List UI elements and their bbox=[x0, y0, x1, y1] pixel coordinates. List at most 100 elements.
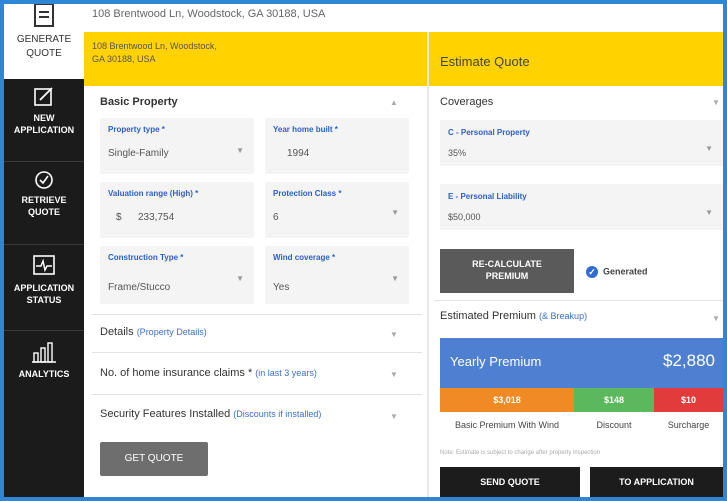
yearly-premium-amount: $2,880 bbox=[663, 351, 715, 370]
refresh-icon bbox=[35, 171, 53, 189]
chart-icon bbox=[32, 342, 56, 363]
sidebar-item-retrieve-quote[interactable]: RETRIEVE QUOTE bbox=[4, 168, 84, 238]
valuation-input[interactable]: Valuation range (High) * $ 233,754 bbox=[100, 182, 254, 238]
edit-icon bbox=[34, 87, 53, 106]
sidebar-item-label: STATUS bbox=[26, 295, 62, 305]
construction-type-select[interactable]: Construction Type * Frame/Stucco ▼ bbox=[100, 246, 254, 304]
button-label: RE-CALCULATE bbox=[472, 259, 542, 269]
year-built-input[interactable]: Year home built * 1994 bbox=[265, 118, 409, 174]
to-application-button[interactable]: TO APPLICATION bbox=[590, 467, 723, 497]
document-icon bbox=[34, 4, 54, 27]
address-line: 108 Brentwood Ln, Woodstock, bbox=[92, 41, 217, 51]
field-label: E - Personal Liability bbox=[448, 192, 527, 201]
details-section[interactable]: Details (Property Details) bbox=[100, 326, 207, 338]
field-label: Property type * bbox=[108, 125, 165, 134]
estimate-quote-title: Estimate Quote bbox=[440, 54, 530, 69]
currency-symbol: $ bbox=[116, 212, 122, 223]
divider bbox=[92, 314, 422, 315]
section-label: Estimated Premium bbox=[440, 310, 536, 322]
app-frame: GENERATE QUOTE NEW APPLICATION RETRIEVE … bbox=[4, 4, 723, 497]
field-label: Wind coverage * bbox=[273, 253, 336, 262]
check-icon: ✓ bbox=[586, 266, 598, 278]
personal-property-select[interactable]: C - Personal Property 35% ▼ bbox=[440, 120, 723, 166]
chevron-down-icon: ▼ bbox=[705, 208, 713, 217]
section-hint: (Property Details) bbox=[136, 327, 207, 337]
chevron-down-icon[interactable]: ▼ bbox=[390, 412, 398, 421]
personal-liability-select[interactable]: E - Personal Liability $50,000 ▼ bbox=[440, 184, 723, 230]
sidebar-item-new-application[interactable]: NEW APPLICATION bbox=[4, 86, 84, 156]
claims-section[interactable]: No. of home insurance claims * (in last … bbox=[100, 367, 317, 379]
sidebar-item-label: RETRIEVE bbox=[21, 195, 67, 205]
button-label: PREMIUM bbox=[485, 271, 529, 281]
sidebar-item-generate-quote[interactable]: GENERATE QUOTE bbox=[4, 4, 84, 79]
section-hint: (& Breakup) bbox=[539, 311, 588, 321]
field-label: C - Personal Property bbox=[448, 128, 530, 137]
yearly-premium-banner: Yearly Premium $2,880 bbox=[440, 338, 723, 388]
chevron-down-icon: ▼ bbox=[391, 274, 399, 283]
chevron-down-icon: ▼ bbox=[236, 274, 244, 283]
sidebar-divider bbox=[4, 161, 84, 162]
chevron-up-icon[interactable]: ▲ bbox=[390, 98, 398, 107]
section-hint: (Discounts if installed) bbox=[233, 409, 322, 419]
field-value: 6 bbox=[273, 212, 279, 223]
chevron-down-icon[interactable]: ▼ bbox=[390, 370, 398, 379]
address-text: 108 Brentwood Ln, Woodstock, GA 30188, U… bbox=[92, 8, 326, 20]
field-value: Frame/Stucco bbox=[108, 282, 171, 293]
property-address: 108 Brentwood Ln, Woodstock, GA 30188, U… bbox=[92, 40, 217, 66]
generated-status: ✓ Generated bbox=[586, 266, 648, 278]
send-quote-button[interactable]: SEND QUOTE bbox=[440, 467, 580, 497]
property-type-select[interactable]: Property type * Single-Family ▼ bbox=[100, 118, 254, 174]
field-value: 1994 bbox=[287, 148, 310, 159]
surcharge-value: $10 bbox=[654, 388, 723, 412]
discount-value: $148 bbox=[574, 388, 654, 412]
chevron-down-icon[interactable]: ▼ bbox=[712, 314, 720, 323]
field-label: Construction Type * bbox=[108, 253, 184, 262]
sidebar-item-label: QUOTE bbox=[26, 48, 62, 59]
section-label: Details bbox=[100, 326, 134, 338]
sidebar-item-application-status[interactable]: APPLICATION STATUS bbox=[4, 254, 84, 326]
get-quote-button[interactable]: GET QUOTE bbox=[100, 442, 208, 476]
sidebar-divider bbox=[4, 330, 84, 331]
surcharge-label: Surcharge bbox=[667, 420, 710, 430]
field-label: Protection Class * bbox=[273, 189, 342, 198]
field-label: Year home built * bbox=[273, 125, 338, 134]
sidebar-item-label: APPLICATION bbox=[13, 283, 75, 293]
divider bbox=[92, 352, 422, 353]
section-hint: (in last 3 years) bbox=[255, 368, 317, 378]
sidebar-item-label: NEW bbox=[33, 113, 55, 123]
sidebar-item-label: ANALYTICS bbox=[18, 369, 70, 379]
status-label: Generated bbox=[603, 266, 648, 277]
divider bbox=[92, 394, 422, 395]
field-value: 233,754 bbox=[138, 212, 175, 223]
estimated-premium-section[interactable]: Estimated Premium (& Breakup) bbox=[440, 310, 587, 322]
sidebar-item-label: APPLICATION bbox=[13, 125, 75, 135]
basic-property-title: Basic Property bbox=[100, 96, 178, 108]
discount-label: Discount bbox=[596, 420, 632, 430]
yearly-premium-label: Yearly Premium bbox=[450, 354, 542, 369]
recalculate-premium-button[interactable]: RE-CALCULATE PREMIUM bbox=[440, 249, 574, 293]
pulse-icon bbox=[33, 255, 55, 275]
chevron-down-icon: ▼ bbox=[236, 146, 244, 155]
protection-class-select[interactable]: Protection Class * 6 ▼ bbox=[265, 182, 409, 238]
security-features-section[interactable]: Security Features Installed (Discounts i… bbox=[100, 408, 321, 420]
basic-premium-label: Basic Premium With Wind bbox=[454, 420, 560, 430]
sidebar: GENERATE QUOTE NEW APPLICATION RETRIEVE … bbox=[4, 4, 84, 497]
chevron-down-icon[interactable]: ▼ bbox=[712, 98, 720, 107]
sidebar-item-label: GENERATE bbox=[16, 34, 72, 45]
sidebar-item-label: QUOTE bbox=[27, 207, 60, 217]
coverages-title: Coverages bbox=[440, 96, 494, 108]
estimate-note: Note: Estimate is subject to change afte… bbox=[440, 450, 601, 456]
divider bbox=[434, 300, 723, 301]
section-label: No. of home insurance claims * bbox=[100, 367, 253, 379]
section-label: Security Features Installed bbox=[100, 408, 231, 420]
chevron-down-icon[interactable]: ▼ bbox=[390, 330, 398, 339]
field-value: 35% bbox=[448, 148, 467, 158]
address-line: GA 30188, USA bbox=[92, 54, 156, 64]
wind-coverage-select[interactable]: Wind coverage * Yes ▼ bbox=[265, 246, 409, 304]
sidebar-item-analytics[interactable]: ANALYTICS bbox=[4, 338, 84, 398]
address-search-bar[interactable]: 108 Brentwood Ln, Woodstock, GA 30188, U… bbox=[84, 4, 723, 32]
sidebar-divider bbox=[4, 244, 84, 245]
panel-divider bbox=[427, 32, 429, 497]
chevron-down-icon: ▼ bbox=[391, 208, 399, 217]
basic-premium-value: $3,018 bbox=[440, 388, 574, 412]
